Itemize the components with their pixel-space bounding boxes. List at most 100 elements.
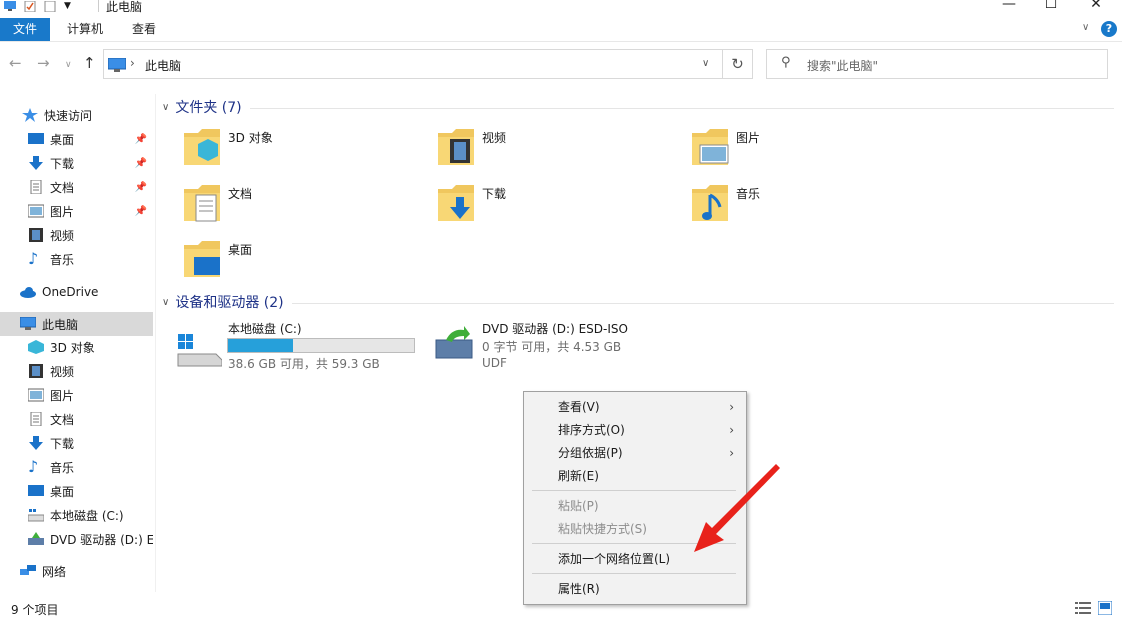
close-button[interactable]: ✕	[1073, 0, 1119, 14]
sidebar-item-this-pc[interactable]: 此电脑	[0, 312, 153, 336]
desktop-icon	[28, 133, 44, 144]
pane-divider[interactable]	[155, 94, 156, 592]
title-bar: ▼ 此电脑 — ☐ ✕	[0, 0, 1122, 16]
sidebar-item-label: 桌面	[50, 132, 75, 147]
tab-file[interactable]: 文件	[0, 18, 50, 41]
up-button[interactable]: ↑	[83, 54, 96, 72]
folder-desktop[interactable]: 桌面	[182, 237, 422, 287]
drive-name: 本地磁盘 (C:)	[228, 322, 302, 336]
sidebar-item-music-pc[interactable]: ♪ 音乐	[0, 455, 153, 479]
folder-3d-objects[interactable]: 3D 对象	[182, 125, 422, 175]
sidebar-item-label: 音乐	[50, 460, 75, 475]
sidebar-item-label: DVD 驱动器 (D:) ES	[50, 532, 153, 547]
menu-item-label: 粘贴(P)	[558, 499, 599, 513]
music-icon: ♪	[28, 457, 39, 476]
folder-videos[interactable]: 视频	[436, 125, 676, 175]
computer-icon	[4, 0, 16, 11]
folder-documents-icon	[184, 185, 220, 222]
expand-ribbon-icon[interactable]: ∨	[1082, 22, 1089, 33]
computer-icon	[108, 58, 126, 72]
sidebar-item-label: 图片	[50, 204, 75, 219]
help-icon[interactable]: ?	[1101, 21, 1117, 37]
folder-music[interactable]: 音乐	[690, 181, 930, 231]
folder-pictures-icon	[692, 129, 729, 165]
video-icon	[29, 364, 43, 378]
cube-icon	[28, 340, 44, 354]
sidebar-item-label: 视频	[50, 228, 75, 243]
breadcrumb-current[interactable]: 此电脑	[145, 57, 181, 74]
drive-usage-bar	[227, 338, 415, 353]
sidebar-item-music[interactable]: ♪ 音乐	[0, 247, 153, 271]
section-divider	[249, 107, 1114, 109]
sidebar-item-onedrive[interactable]: OneDrive	[0, 280, 153, 304]
sidebar-item-desktop[interactable]: 桌面 📌	[0, 127, 153, 151]
menu-item-view[interactable]: 查看(V) ›	[524, 396, 746, 418]
minimize-button[interactable]: —	[986, 0, 1032, 14]
folder-3d-objects-icon	[184, 129, 220, 165]
folder-downloads-icon	[438, 185, 474, 221]
tab-view[interactable]: 查看	[120, 18, 168, 41]
tab-computer[interactable]: 计算机	[55, 18, 115, 41]
video-icon	[29, 228, 43, 242]
menu-item-sort-by[interactable]: 排序方式(O) ›	[524, 419, 746, 441]
search-input[interactable]: ⚲ 搜索"此电脑"	[766, 49, 1108, 79]
sidebar-item-downloads-pc[interactable]: 下载	[0, 431, 153, 455]
new-folder-icon[interactable]	[44, 0, 56, 12]
menu-item-label: 属性(R)	[558, 582, 600, 596]
sidebar-item-documents[interactable]: 文档 📌	[0, 175, 153, 199]
sidebar-item-videos[interactable]: 视频	[0, 223, 153, 247]
sidebar-item-3d-objects[interactable]: 3D 对象	[0, 335, 153, 359]
sidebar-item-videos-pc[interactable]: 视频	[0, 359, 153, 383]
back-button[interactable]: ←	[9, 54, 22, 72]
sidebar-item-label: 视频	[50, 364, 75, 379]
address-dropdown-icon[interactable]: ∨	[702, 58, 709, 69]
sidebar-item-label: 下载	[50, 436, 75, 451]
sidebar-item-dvd-drive[interactable]: DVD 驱动器 (D:) ES	[0, 527, 153, 551]
folder-downloads[interactable]: 下载	[436, 181, 676, 231]
document-icon	[30, 180, 42, 194]
sidebar-item-network[interactable]: 网络	[0, 559, 153, 583]
network-icon	[20, 565, 36, 575]
menu-item-label: 排序方式(O)	[558, 423, 625, 437]
sidebar-item-quick-access[interactable]: 快速访问	[0, 103, 153, 127]
cloud-icon	[20, 287, 36, 298]
sidebar-item-downloads[interactable]: 下载 📌	[0, 151, 153, 175]
folder-pictures[interactable]: 图片	[690, 125, 930, 175]
sidebar-item-pictures-pc[interactable]: 图片	[0, 383, 153, 407]
search-icon: ⚲	[781, 55, 791, 70]
drive-d[interactable]: DVD 驱动器 (D:) ESD-ISO 0 字节 可用，共 4.53 GB U…	[434, 318, 694, 378]
sidebar-item-documents-pc[interactable]: 文档	[0, 407, 153, 431]
dvd-icon	[28, 532, 44, 545]
sidebar-item-pictures[interactable]: 图片 📌	[0, 199, 153, 223]
chevron-right-icon: ›	[729, 400, 734, 414]
properties-icon[interactable]	[24, 0, 36, 12]
recent-locations-icon[interactable]: ∨	[65, 60, 72, 70]
breadcrumb-separator-icon: ›	[130, 56, 135, 70]
drive-free-space: 38.6 GB 可用，共 59.3 GB	[228, 357, 380, 371]
menu-separator	[532, 573, 736, 574]
menu-item-label: 刷新(E)	[558, 469, 599, 483]
sidebar-item-label: 网络	[42, 564, 67, 579]
folder-documents[interactable]: 文档	[182, 181, 422, 231]
forward-button[interactable]: →	[37, 54, 50, 72]
pin-icon: 📌	[134, 205, 147, 217]
item-count: 9 个项目	[11, 603, 59, 617]
address-bar[interactable]: › 此电脑 ∨	[103, 49, 723, 79]
large-icons-view-icon[interactable]	[1098, 601, 1112, 615]
dvd-drive-icon	[435, 326, 473, 359]
sidebar-item-label: 此电脑	[42, 317, 79, 332]
details-view-icon[interactable]	[1075, 601, 1091, 615]
refresh-button[interactable]: ↻	[723, 49, 753, 79]
devices-section-header[interactable]: ∨ 设备和驱动器 (2)	[162, 292, 1114, 312]
maximize-button[interactable]: ☐	[1028, 0, 1074, 14]
drive-c[interactable]: 本地磁盘 (C:) 38.6 GB 可用，共 59.3 GB	[176, 318, 426, 378]
sidebar-item-desktop-pc[interactable]: 桌面	[0, 479, 153, 503]
annotation-arrow-icon	[694, 464, 780, 552]
sidebar-item-local-disk[interactable]: 本地磁盘 (C:)	[0, 503, 153, 527]
folder-videos-icon	[438, 129, 474, 165]
section-title: 文件夹 (7)	[175, 100, 242, 116]
customize-toolbar-icon[interactable]: ▼	[64, 1, 71, 11]
picture-icon	[28, 204, 44, 218]
folders-section-header[interactable]: ∨ 文件夹 (7)	[162, 97, 1114, 117]
menu-item-label: 查看(V)	[558, 400, 600, 414]
